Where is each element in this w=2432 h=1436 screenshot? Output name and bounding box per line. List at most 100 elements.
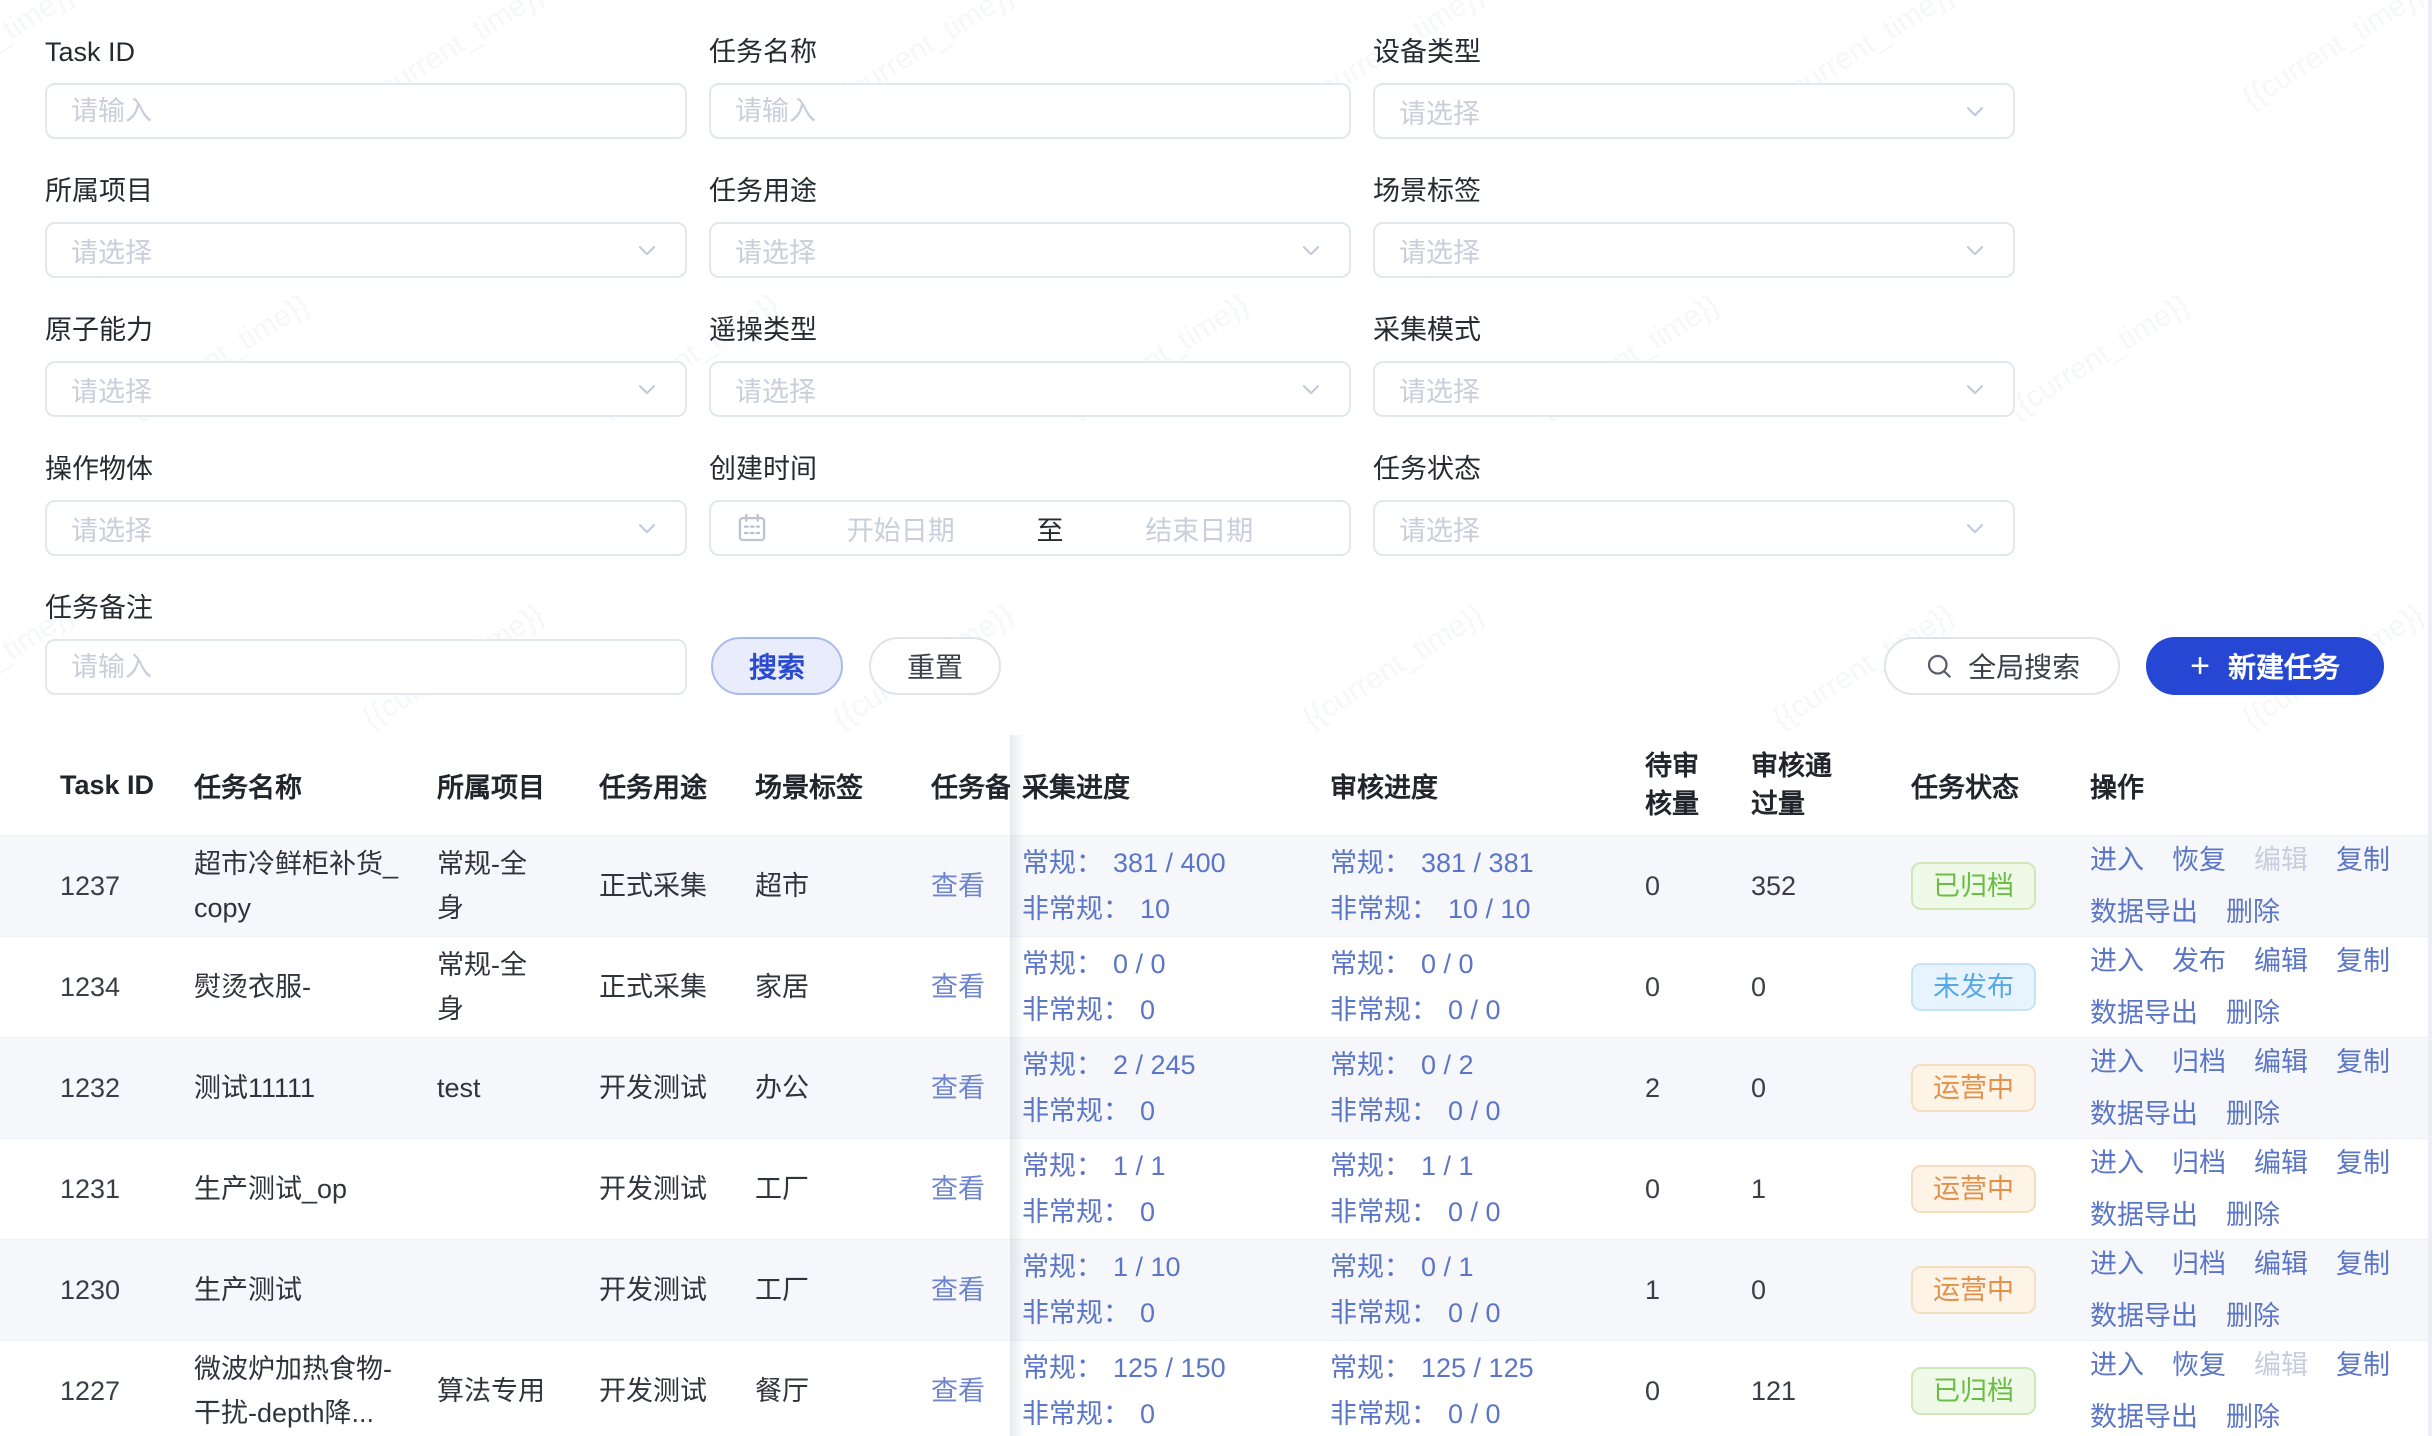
- progress-value: 10 / 10: [1448, 894, 1531, 924]
- action-link[interactable]: 进入: [2090, 1240, 2144, 1288]
- filter-select[interactable]: 请选择: [1373, 361, 2015, 417]
- view-remark-link[interactable]: 查看: [931, 871, 985, 901]
- chevron-down-icon: [1297, 375, 1325, 403]
- column-header-9: 审核通过量: [1749, 747, 1909, 823]
- action-link[interactable]: 进入: [2090, 836, 2144, 884]
- filter-text-input[interactable]: [709, 83, 1351, 139]
- view-remark-link[interactable]: 查看: [931, 1275, 985, 1305]
- action-link[interactable]: 恢复: [2172, 836, 2226, 884]
- review-progress: 常规：0 / 0非常规：0 / 0: [1330, 941, 1629, 1033]
- progress-line: 非常规：0: [1022, 1391, 1330, 1436]
- progress-value: 0 / 0: [1448, 1399, 1501, 1429]
- progress-line: 常规：125 / 150: [1022, 1345, 1330, 1391]
- action-link[interactable]: 复制: [2336, 937, 2390, 985]
- filter-select[interactable]: 请选择: [45, 222, 687, 278]
- search-button[interactable]: 搜索: [711, 637, 843, 695]
- action-link[interactable]: 数据导出: [2090, 1090, 2198, 1138]
- action-link[interactable]: 进入: [2090, 1038, 2144, 1086]
- cell-actions: 进入发布编辑复制数据导出删除: [2090, 937, 2432, 1037]
- action-link[interactable]: 数据导出: [2090, 989, 2198, 1037]
- cell-purpose: 正式采集: [599, 965, 755, 1009]
- view-remark-link[interactable]: 查看: [931, 972, 985, 1002]
- progress-label: 常规：: [1330, 1252, 1411, 1282]
- remark-input[interactable]: [45, 639, 687, 695]
- reset-button[interactable]: 重置: [869, 637, 1001, 695]
- task-id-value: 1231: [60, 1174, 120, 1204]
- passed-value: 121: [1751, 1376, 1796, 1406]
- action-link[interactable]: 删除: [2226, 1191, 2280, 1239]
- progress-label: 常规：: [1330, 1353, 1411, 1383]
- action-link[interactable]: 删除: [2226, 1393, 2280, 1436]
- filter-field-2: 设备类型请选择: [1373, 36, 2015, 139]
- filter-select[interactable]: 请选择: [45, 361, 687, 417]
- action-link[interactable]: 进入: [2090, 937, 2144, 985]
- action-link[interactable]: 复制: [2336, 1341, 2390, 1389]
- action-link[interactable]: 编辑: [2254, 1139, 2308, 1187]
- cell-remark: 查看: [931, 965, 1010, 1009]
- action-link[interactable]: 恢复: [2172, 1341, 2226, 1389]
- action-link[interactable]: 数据导出: [2090, 1393, 2198, 1436]
- scrollbar-track[interactable]: [2428, 0, 2432, 1436]
- action-link[interactable]: 删除: [2226, 1292, 2280, 1340]
- chevron-down-icon: [1961, 375, 1989, 403]
- action-link[interactable]: 删除: [2226, 888, 2280, 936]
- action-link[interactable]: 复制: [2336, 1038, 2390, 1086]
- progress-line: 非常规：0 / 0: [1330, 1189, 1629, 1235]
- progress-value: 0 / 1: [1421, 1252, 1474, 1282]
- action-link[interactable]: 数据导出: [2090, 1191, 2198, 1239]
- progress-value: 0: [1140, 1096, 1155, 1126]
- action-link[interactable]: 删除: [2226, 989, 2280, 1037]
- cell-actions: 进入恢复编辑复制数据导出删除: [2090, 836, 2432, 936]
- progress-line: 常规：0 / 0: [1022, 941, 1330, 987]
- new-task-button[interactable]: + 新建任务: [2146, 637, 2384, 695]
- filter-select[interactable]: 请选择: [1373, 222, 2015, 278]
- filter-select[interactable]: 请选择: [709, 361, 1351, 417]
- table-row: 1234熨烫衣服-常规-全身正式采集家居查看常规：0 / 0非常规：0常规：0 …: [0, 936, 2432, 1037]
- action-link[interactable]: 进入: [2090, 1341, 2144, 1389]
- action-link[interactable]: 编辑: [2254, 1240, 2308, 1288]
- select-placeholder: 请选择: [1399, 370, 1961, 409]
- action-link[interactable]: 归档: [2172, 1139, 2226, 1187]
- action-link[interactable]: 归档: [2172, 1038, 2226, 1086]
- progress-line: 非常规：10: [1022, 886, 1330, 932]
- select-placeholder: 请选择: [1399, 231, 1961, 270]
- action-link[interactable]: 数据导出: [2090, 888, 2198, 936]
- filter-select[interactable]: 请选择: [709, 222, 1351, 278]
- review-progress: 常规：1 / 1非常规：0 / 0: [1330, 1143, 1629, 1235]
- action-link[interactable]: 归档: [2172, 1240, 2226, 1288]
- view-remark-link[interactable]: 查看: [931, 1376, 985, 1406]
- progress-label: 非常规：: [1022, 894, 1130, 924]
- filter-select[interactable]: 请选择: [45, 500, 687, 556]
- cell-purpose: 正式采集: [599, 864, 755, 908]
- filter-select[interactable]: 请选择: [1373, 500, 2015, 556]
- action-link[interactable]: 编辑: [2254, 937, 2308, 985]
- action-link[interactable]: 发布: [2172, 937, 2226, 985]
- progress-line: 非常规：0 / 0: [1330, 1290, 1629, 1336]
- task-id-value: 1227: [60, 1376, 120, 1406]
- filter-select[interactable]: 请选择: [1373, 83, 2015, 139]
- column-header-label: Task ID: [60, 770, 154, 801]
- collect-progress: 常规：381 / 400非常规：10: [1010, 840, 1330, 932]
- action-link[interactable]: 编辑: [2254, 1038, 2308, 1086]
- action-link[interactable]: 复制: [2336, 1240, 2390, 1288]
- cell-remark: 查看: [931, 1066, 1010, 1110]
- progress-label: 非常规：: [1330, 995, 1438, 1025]
- filter-field-0: Task ID: [45, 36, 687, 139]
- view-remark-link[interactable]: 查看: [931, 1073, 985, 1103]
- cell-pending-count: 0: [1629, 1167, 1749, 1211]
- filter-text-input[interactable]: [45, 83, 687, 139]
- cell-remark: 查看: [931, 1369, 1010, 1413]
- view-remark-link[interactable]: 查看: [931, 1174, 985, 1204]
- passed-value: 1: [1751, 1174, 1766, 1204]
- action-link[interactable]: 进入: [2090, 1139, 2144, 1187]
- cell-task-name: 微波炉加热食物-干扰-depth降...: [194, 1347, 437, 1435]
- progress-line: 常规：381 / 400: [1022, 840, 1330, 886]
- action-link[interactable]: 删除: [2226, 1090, 2280, 1138]
- action-link[interactable]: 数据导出: [2090, 1292, 2198, 1340]
- global-search-button[interactable]: 全局搜索: [1884, 637, 2120, 695]
- date-range-picker[interactable]: 开始日期至结束日期: [709, 500, 1351, 556]
- table-header-row: Task ID任务名称所属项目任务用途场景标签任务备注采集进度审核进度待审核量审…: [0, 735, 2432, 835]
- action-link[interactable]: 复制: [2336, 836, 2390, 884]
- action-link[interactable]: 复制: [2336, 1139, 2390, 1187]
- chevron-down-icon: [1961, 97, 1989, 125]
